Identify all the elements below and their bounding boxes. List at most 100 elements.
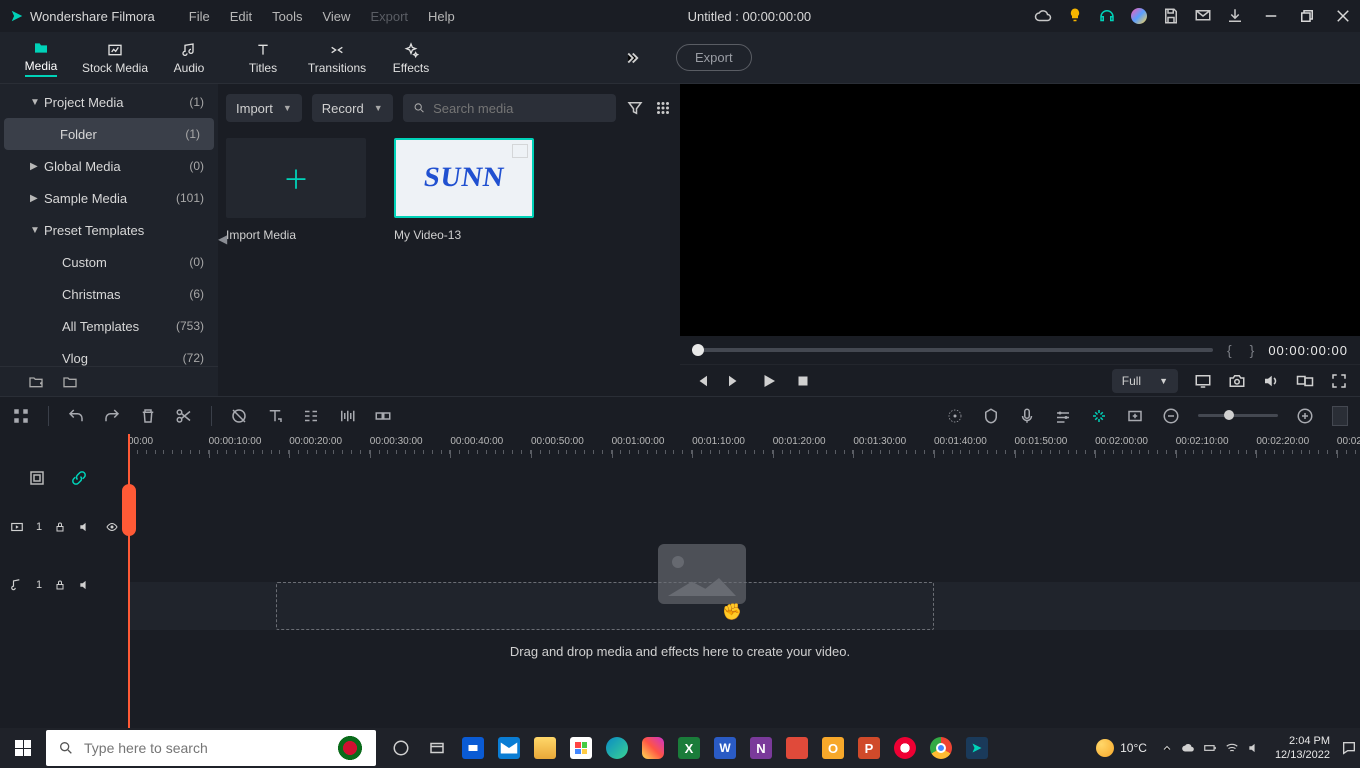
- fullscreen-icon[interactable]: [1330, 372, 1348, 390]
- window-close[interactable]: [1334, 7, 1352, 25]
- tree-vlog[interactable]: Vlog(72): [0, 342, 218, 366]
- grid-view-icon[interactable]: [654, 99, 672, 117]
- tree-project-media[interactable]: ▼Project Media(1): [0, 86, 218, 118]
- menu-help[interactable]: Help: [418, 3, 465, 30]
- taskbar-search-input[interactable]: [84, 740, 326, 756]
- mark-in-bracket[interactable]: {: [1223, 342, 1236, 358]
- window-maximize[interactable]: [1298, 7, 1316, 25]
- crop-icon[interactable]: [230, 407, 248, 425]
- zoom-in-icon[interactable]: [1296, 407, 1314, 425]
- message-icon[interactable]: [1194, 7, 1212, 25]
- app-word[interactable]: W: [708, 728, 742, 768]
- menu-file[interactable]: File: [179, 3, 220, 30]
- panel-collapse-icon[interactable]: ◀: [218, 232, 228, 250]
- wifi-icon[interactable]: [1225, 741, 1239, 755]
- zoom-out-icon[interactable]: [1162, 407, 1180, 425]
- onedrive-icon[interactable]: [1181, 741, 1195, 755]
- search-input[interactable]: [433, 101, 606, 116]
- tab-titles[interactable]: Titles: [226, 32, 300, 84]
- menu-edit[interactable]: Edit: [220, 3, 262, 30]
- app-excel[interactable]: X: [672, 728, 706, 768]
- text-icon[interactable]: [266, 407, 284, 425]
- save-icon[interactable]: [1162, 7, 1180, 25]
- tips-icon[interactable]: [1066, 7, 1084, 25]
- cloud-icon[interactable]: [1034, 7, 1052, 25]
- zoom-knob[interactable]: [1224, 410, 1234, 420]
- zoom-to-fit-icon[interactable]: [1332, 406, 1348, 426]
- app-explorer[interactable]: [528, 728, 562, 768]
- media-clip-1[interactable]: SUNN My Video-13: [394, 138, 534, 242]
- window-minimize[interactable]: [1262, 7, 1280, 25]
- redo-icon[interactable]: [103, 407, 121, 425]
- sound-icon[interactable]: [1247, 741, 1261, 755]
- snapshot-icon[interactable]: [1228, 372, 1246, 390]
- prev-frame-icon[interactable]: [692, 372, 710, 390]
- cortana-icon[interactable]: [420, 728, 454, 768]
- headset-icon[interactable]: [1098, 7, 1116, 25]
- split-icon[interactable]: [175, 407, 193, 425]
- lock-icon[interactable]: [54, 521, 66, 533]
- filter-icon[interactable]: [626, 99, 644, 117]
- mute-icon[interactable]: [78, 520, 92, 534]
- linked-tracks-icon[interactable]: [70, 469, 88, 487]
- marker-icon[interactable]: [982, 407, 1000, 425]
- stop-icon[interactable]: [794, 372, 812, 390]
- preview-quality-dropdown[interactable]: Full▼: [1112, 369, 1178, 393]
- tree-folder[interactable]: Folder(1): [4, 118, 214, 150]
- preview-display[interactable]: [680, 84, 1360, 336]
- notifications-icon[interactable]: [1338, 728, 1360, 768]
- mixer-icon[interactable]: [1054, 407, 1072, 425]
- tree-preset-templates[interactable]: ▼Preset Templates: [0, 214, 218, 246]
- play-icon[interactable]: [760, 372, 778, 390]
- task-view-icon[interactable]: [384, 728, 418, 768]
- dual-display-icon[interactable]: [1296, 372, 1314, 390]
- tray-up-icon[interactable]: [1161, 742, 1173, 754]
- visibility-icon[interactable]: [104, 521, 120, 533]
- media-search[interactable]: [403, 94, 616, 122]
- app-outlook[interactable]: O: [816, 728, 850, 768]
- app-store[interactable]: [564, 728, 598, 768]
- add-marker-icon[interactable]: [1126, 407, 1144, 425]
- render-icon[interactable]: [946, 407, 964, 425]
- new-folder-icon[interactable]: [28, 374, 44, 390]
- account-icon[interactable]: [1130, 7, 1148, 25]
- app-chrome[interactable]: [924, 728, 958, 768]
- menu-tools[interactable]: Tools: [262, 3, 312, 30]
- export-button[interactable]: Export: [676, 44, 752, 71]
- tab-stock-media[interactable]: Stock Media: [78, 32, 152, 84]
- timeline-ruler[interactable]: 00:0000:00:10:0000:00:20:0000:00:30:0000…: [128, 434, 1360, 458]
- delete-icon[interactable]: [139, 407, 157, 425]
- app-instagram[interactable]: [636, 728, 670, 768]
- voiceover-icon[interactable]: [1018, 407, 1036, 425]
- color-icon[interactable]: [338, 407, 356, 425]
- playhead[interactable]: [128, 434, 130, 728]
- timeline-drop-zone[interactable]: [276, 582, 934, 630]
- tab-transitions[interactable]: Transitions: [300, 32, 374, 84]
- app-edge[interactable]: [600, 728, 634, 768]
- app-powerpoint[interactable]: P: [852, 728, 886, 768]
- tabs-more-icon[interactable]: [618, 44, 646, 72]
- tree-christmas[interactable]: Christmas(6): [0, 278, 218, 310]
- tab-effects[interactable]: Effects: [374, 32, 448, 84]
- auto-ripple-icon[interactable]: [1090, 407, 1108, 425]
- mute-icon[interactable]: [78, 578, 92, 592]
- taskbar-search[interactable]: [46, 730, 376, 766]
- timeline-snap-icon[interactable]: [28, 469, 46, 487]
- taskbar-clock[interactable]: 2:04 PM 12/13/2022: [1267, 734, 1338, 762]
- menu-view[interactable]: View: [312, 3, 360, 30]
- mark-out-bracket[interactable]: }: [1246, 342, 1259, 358]
- record-dropdown[interactable]: Record▼: [312, 94, 393, 122]
- app-mail[interactable]: [492, 728, 526, 768]
- undo-icon[interactable]: [67, 407, 85, 425]
- display-icon[interactable]: [1194, 372, 1212, 390]
- manage-tracks-icon[interactable]: [12, 407, 30, 425]
- taskbar-weather[interactable]: 10°C: [1088, 739, 1155, 757]
- preview-seek-track[interactable]: [692, 348, 1213, 352]
- tree-sample-media[interactable]: ▶Sample Media(101): [0, 182, 218, 214]
- playhead-handle[interactable]: [122, 484, 136, 536]
- speed-icon[interactable]: [302, 407, 320, 425]
- keyframe-icon[interactable]: [374, 407, 392, 425]
- taskbar-system-tray[interactable]: [1155, 741, 1267, 755]
- battery-icon[interactable]: [1203, 741, 1217, 755]
- app-opera[interactable]: [888, 728, 922, 768]
